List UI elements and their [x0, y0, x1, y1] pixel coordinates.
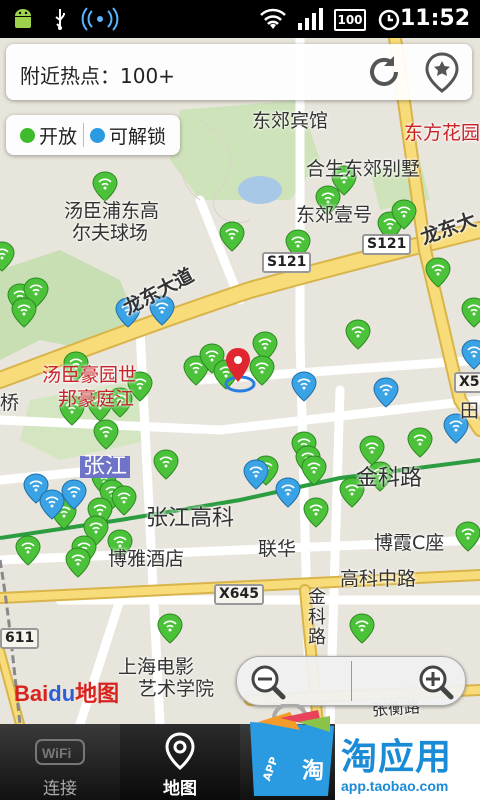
- map-label: 博雅酒店: [108, 548, 185, 570]
- legend-open-label: 开放: [39, 125, 78, 148]
- zoom-out-button[interactable]: [237, 657, 351, 705]
- tab-label: 连接: [43, 779, 77, 799]
- alarm-icon: [378, 9, 400, 31]
- promo-url: app.taobao.com: [341, 778, 449, 794]
- status-bar: 100 11:52: [0, 0, 480, 38]
- logo-text-du: du: [48, 681, 76, 706]
- wifi-hotspot-icon: [81, 7, 119, 31]
- battery-icon: 100: [334, 9, 366, 31]
- zoom-in-icon: [419, 665, 454, 700]
- road-shield: X645: [214, 584, 265, 605]
- map-label: 上海电影: [118, 656, 195, 678]
- map-label: 博霞C座: [374, 532, 445, 554]
- wifi-icon: WiFi: [35, 739, 85, 765]
- bag-text: 淘: [302, 758, 324, 784]
- refresh-icon: [370, 56, 398, 86]
- zoom-in-button[interactable]: [351, 657, 465, 705]
- zoom-control: [236, 656, 466, 706]
- map-label: 东郊壹号: [296, 204, 373, 226]
- refresh-button[interactable]: [362, 50, 406, 94]
- android-icon: [15, 9, 31, 28]
- zoom-out-icon: [251, 665, 286, 700]
- legend-unlock-label: 可解锁: [109, 125, 167, 148]
- road-shield: X55: [454, 372, 480, 393]
- map-label: 联华: [258, 538, 297, 560]
- map-label: 田: [460, 400, 480, 422]
- favorite-location-button[interactable]: [420, 50, 464, 94]
- logo-text-ditu: 地图: [75, 681, 120, 706]
- promo-title: 淘应用: [341, 737, 453, 778]
- road-shield: S121: [262, 252, 312, 273]
- legend-unlockable[interactable]: 可解锁: [84, 122, 172, 149]
- baidu-map-logo: Baidu地图: [14, 676, 119, 708]
- app-store-bag-icon[interactable]: 淘 APP: [240, 704, 340, 800]
- green-dot-icon: [20, 127, 35, 143]
- hotspot-legend[interactable]: 开放 可解锁: [6, 115, 181, 155]
- map-pin-icon: [165, 732, 195, 770]
- map-label: 汤臣浦东高: [64, 200, 160, 222]
- road-shield: 611: [0, 628, 40, 649]
- tab-map[interactable]: 地图: [120, 724, 240, 800]
- logo-text-bai: Bai: [14, 681, 49, 706]
- hotspot-count-title: 附近热点：100+: [20, 64, 175, 88]
- legend-open[interactable]: 开放: [14, 122, 83, 149]
- usb-icon: [55, 9, 65, 30]
- metro-station-label: 金科路: [356, 466, 423, 491]
- map-label: 桥: [0, 392, 20, 414]
- wifi-signal-icon: [260, 8, 286, 29]
- metro-station-label: 张江高科: [146, 506, 235, 531]
- map-label: 金科路: [308, 587, 326, 648]
- hotspot-header: 附近热点：100+: [6, 44, 472, 100]
- map-label: 艺术学院: [138, 678, 215, 700]
- taobao-app-promo[interactable]: 淘应用 app.taobao.com: [335, 724, 480, 800]
- map-label: 邦豪庭江: [58, 388, 135, 410]
- blue-dot-icon: [90, 127, 106, 143]
- map-label: 高科中路: [340, 568, 417, 590]
- tab-connect[interactable]: WiFi 连接: [0, 724, 120, 800]
- tab-label: 地图: [163, 779, 197, 799]
- map-label: 东郊宾馆: [252, 110, 329, 132]
- map-label: 尔夫球场: [72, 222, 149, 244]
- road-shield: S121: [362, 234, 412, 255]
- map-label: 汤臣豪园世: [42, 364, 138, 386]
- cell-signal-icon: [298, 8, 323, 30]
- clock: 11:52: [399, 6, 470, 31]
- map-label: 东方花园: [404, 122, 480, 144]
- star-pin-icon: [425, 52, 459, 93]
- metro-station-label: 张江: [80, 456, 131, 478]
- map-label: 合生东郊别墅: [306, 158, 421, 180]
- svg-text:WiFi: WiFi: [42, 745, 71, 761]
